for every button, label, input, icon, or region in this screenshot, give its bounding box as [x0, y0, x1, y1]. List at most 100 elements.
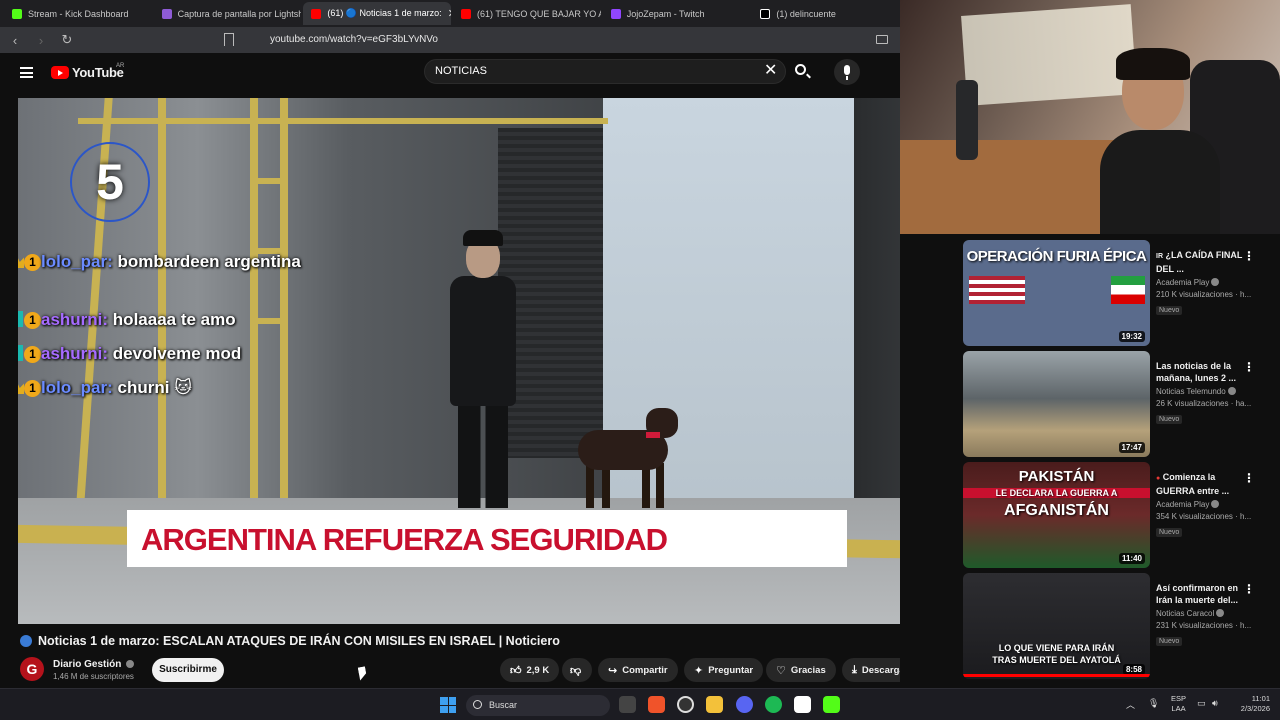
- list-item[interactable]: LO QUE VIENE PARA IRÁN TRAS MUERTE DEL A…: [963, 573, 1273, 681]
- share-button[interactable]: ↪ Compartir: [598, 658, 678, 682]
- language-indicator[interactable]: ESP LAA: [1171, 694, 1186, 714]
- list-item[interactable]: PAKISTÁN LE DECLARA LA GUERRA A AFGANIST…: [963, 462, 1273, 570]
- video-thumbnail[interactable]: PAKISTÁN LE DECLARA LA GUERRA A AFGANIST…: [963, 462, 1150, 568]
- video-thumbnail[interactable]: LO QUE VIENE PARA IRÁN TRAS MUERTE DEL A…: [963, 573, 1150, 679]
- sidebar-scrollbar[interactable]: [1272, 234, 1280, 686]
- subscribe-button[interactable]: Suscribirme: [152, 658, 224, 682]
- video-meta: Así confirmaron en Irán la muerte del...…: [1156, 582, 1256, 648]
- kick-icon[interactable]: [823, 696, 840, 713]
- dc-app-icon[interactable]: [794, 696, 811, 713]
- microphone-icon[interactable]: 🎙︎: [1148, 698, 1159, 709]
- tab-label: (1) delincuente: [776, 8, 836, 19]
- list-item[interactable]: 17:47 Las noticias de la mañana, lunes 2…: [963, 351, 1273, 459]
- chat-message: 1 ashurni: holaaaa te amo: [18, 308, 327, 332]
- avatar[interactable]: G: [20, 657, 44, 681]
- twitch-icon: [610, 8, 621, 19]
- webcam-feed: [900, 0, 1280, 234]
- x-icon: [760, 8, 771, 19]
- like-button[interactable]: 👍︎ 2,9 K: [500, 658, 560, 682]
- reload-icon[interactable]: ↻: [60, 32, 74, 48]
- close-tab-icon[interactable]: ✕: [448, 7, 451, 20]
- browser-tab-strip: Stream - Kick Dashboard Captura de panta…: [0, 0, 900, 27]
- taskbar-search-input[interactable]: Buscar: [466, 695, 610, 716]
- tab-kick-dashboard[interactable]: Stream - Kick Dashboard: [4, 2, 152, 25]
- video-player[interactable]: 5 1 lolo_par: bombardeen argentina 1 ashur…: [18, 98, 952, 624]
- usa-flag-icon: [969, 276, 1025, 304]
- mod-badge-icon: [18, 311, 23, 327]
- chat-username: ashurni:: [41, 310, 109, 329]
- network-icon[interactable]: ▭: [1197, 698, 1206, 709]
- scene-scaffold: [78, 118, 608, 124]
- tab-label: JojoZepam - Twitch: [626, 8, 705, 19]
- tab-twitch[interactable]: JojoZepam - Twitch: [603, 2, 751, 25]
- search-input[interactable]: NOTICIAS: [424, 59, 786, 84]
- ask-button[interactable]: ✦ Preguntar: [684, 658, 764, 682]
- channel-name-text: Noticias Caracol: [1156, 609, 1215, 618]
- forward-icon[interactable]: ›: [34, 33, 48, 48]
- discord-icon[interactable]: [736, 696, 753, 713]
- stream-rank-number: 5: [70, 142, 150, 222]
- back-icon[interactable]: ‹: [8, 33, 22, 48]
- channel-name[interactable]: Diario Gestión: [53, 659, 135, 670]
- chat-username: ashurni:: [41, 344, 109, 363]
- screen: { "browser": { "tabs": [ {"label": "Stre…: [0, 0, 1280, 720]
- watch-progress-bar: [963, 674, 1150, 677]
- kebab-menu-icon[interactable]: ⋮: [1243, 361, 1255, 373]
- video-thumbnail[interactable]: 17:47: [963, 351, 1150, 457]
- sparkle-icon: ✦: [694, 664, 704, 677]
- youtube-logo[interactable]: YouTube: [51, 65, 124, 80]
- kebab-menu-icon[interactable]: ⋮: [1243, 472, 1255, 484]
- system-clock[interactable]: 11:01 2/3/2026: [1226, 694, 1270, 714]
- voice-search-icon[interactable]: [834, 59, 860, 85]
- chat-message: 1 lolo_par: churni 🐱: [18, 376, 327, 400]
- view-count: 26 K visualizaciones · ha...: [1156, 399, 1252, 408]
- url-field[interactable]: youtube.com/watch?v=eGF3bLYvNVo: [270, 34, 438, 45]
- taskbar-search-placeholder: Buscar: [489, 700, 518, 710]
- channel-name: Academia Play: [1156, 278, 1256, 287]
- dislike-button[interactable]: 👎︎: [562, 658, 592, 682]
- video-duration: 19:32: [1118, 331, 1145, 342]
- file-explorer-icon[interactable]: [706, 696, 723, 713]
- share-icon: ↪: [608, 664, 618, 677]
- cast-icon[interactable]: [876, 35, 888, 44]
- crown-icon: [18, 253, 24, 268]
- new-badge: Nuevo: [1156, 637, 1183, 646]
- volume-icon[interactable]: 🔊︎: [1212, 698, 1218, 709]
- sub-badge-icon: 1: [24, 380, 41, 397]
- youtube-play-icon: [51, 66, 69, 79]
- tray-chevron-icon[interactable]: ︿: [1126, 698, 1135, 711]
- github-icon[interactable]: [677, 696, 694, 713]
- tab-youtube-noticias[interactable]: (61) 🔵 Noticias 1 de marzo: ✕: [303, 2, 452, 25]
- country-code: AR: [116, 63, 125, 69]
- new-badge: Nuevo: [1156, 306, 1183, 315]
- tab-lightshot[interactable]: Captura de pantalla por Lightshot: [154, 2, 301, 25]
- search-icon: [795, 64, 806, 75]
- news-headline: ARGENTINA REFUERZA SEGURIDAD: [141, 522, 668, 557]
- brave-browser-icon[interactable]: [648, 696, 665, 713]
- video-thumbnail[interactable]: OPERACIÓN FURIA ÉPICA 19:32: [963, 240, 1150, 346]
- list-item[interactable]: OPERACIÓN FURIA ÉPICA 19:32 IR ¿LA CAÍDA…: [963, 240, 1273, 348]
- thanks-button[interactable]: ♡ Gracias: [766, 658, 836, 682]
- kebab-menu-icon[interactable]: ⋮: [1243, 583, 1255, 595]
- scene-dog: [558, 408, 693, 508]
- spotify-icon[interactable]: [765, 696, 782, 713]
- video-meta: ● Comienza la GUERRA entre ... Academia …: [1156, 471, 1256, 539]
- kebab-menu-icon[interactable]: ⋮: [1243, 250, 1255, 262]
- channel-name-text: Academia Play: [1156, 278, 1210, 287]
- windows-start-icon[interactable]: [440, 697, 456, 713]
- verified-icon: [1227, 387, 1236, 395]
- scene-officer: [436, 230, 531, 508]
- channel-name-text: Diario Gestión: [53, 659, 122, 670]
- webcam-streamer: [1100, 48, 1220, 234]
- search-button[interactable]: [789, 59, 815, 84]
- thumbnail-caption: OPERACIÓN FURIA ÉPICA: [966, 248, 1147, 265]
- clear-search-icon[interactable]: ✕: [764, 63, 777, 79]
- tab-x[interactable]: (1) delincuente: [752, 2, 900, 25]
- channel-name-text: Academia Play: [1156, 500, 1210, 509]
- video-title: Así confirmaron en Irán la muerte del...: [1156, 583, 1239, 605]
- task-view-icon[interactable]: [619, 696, 636, 713]
- bookmark-icon[interactable]: [224, 33, 234, 46]
- verified-icon: [1211, 500, 1220, 508]
- tab-youtube-arreglar[interactable]: (61) TENGO QUE BAJAR YO A ARREGLA: [453, 2, 601, 25]
- menu-icon[interactable]: [20, 67, 33, 78]
